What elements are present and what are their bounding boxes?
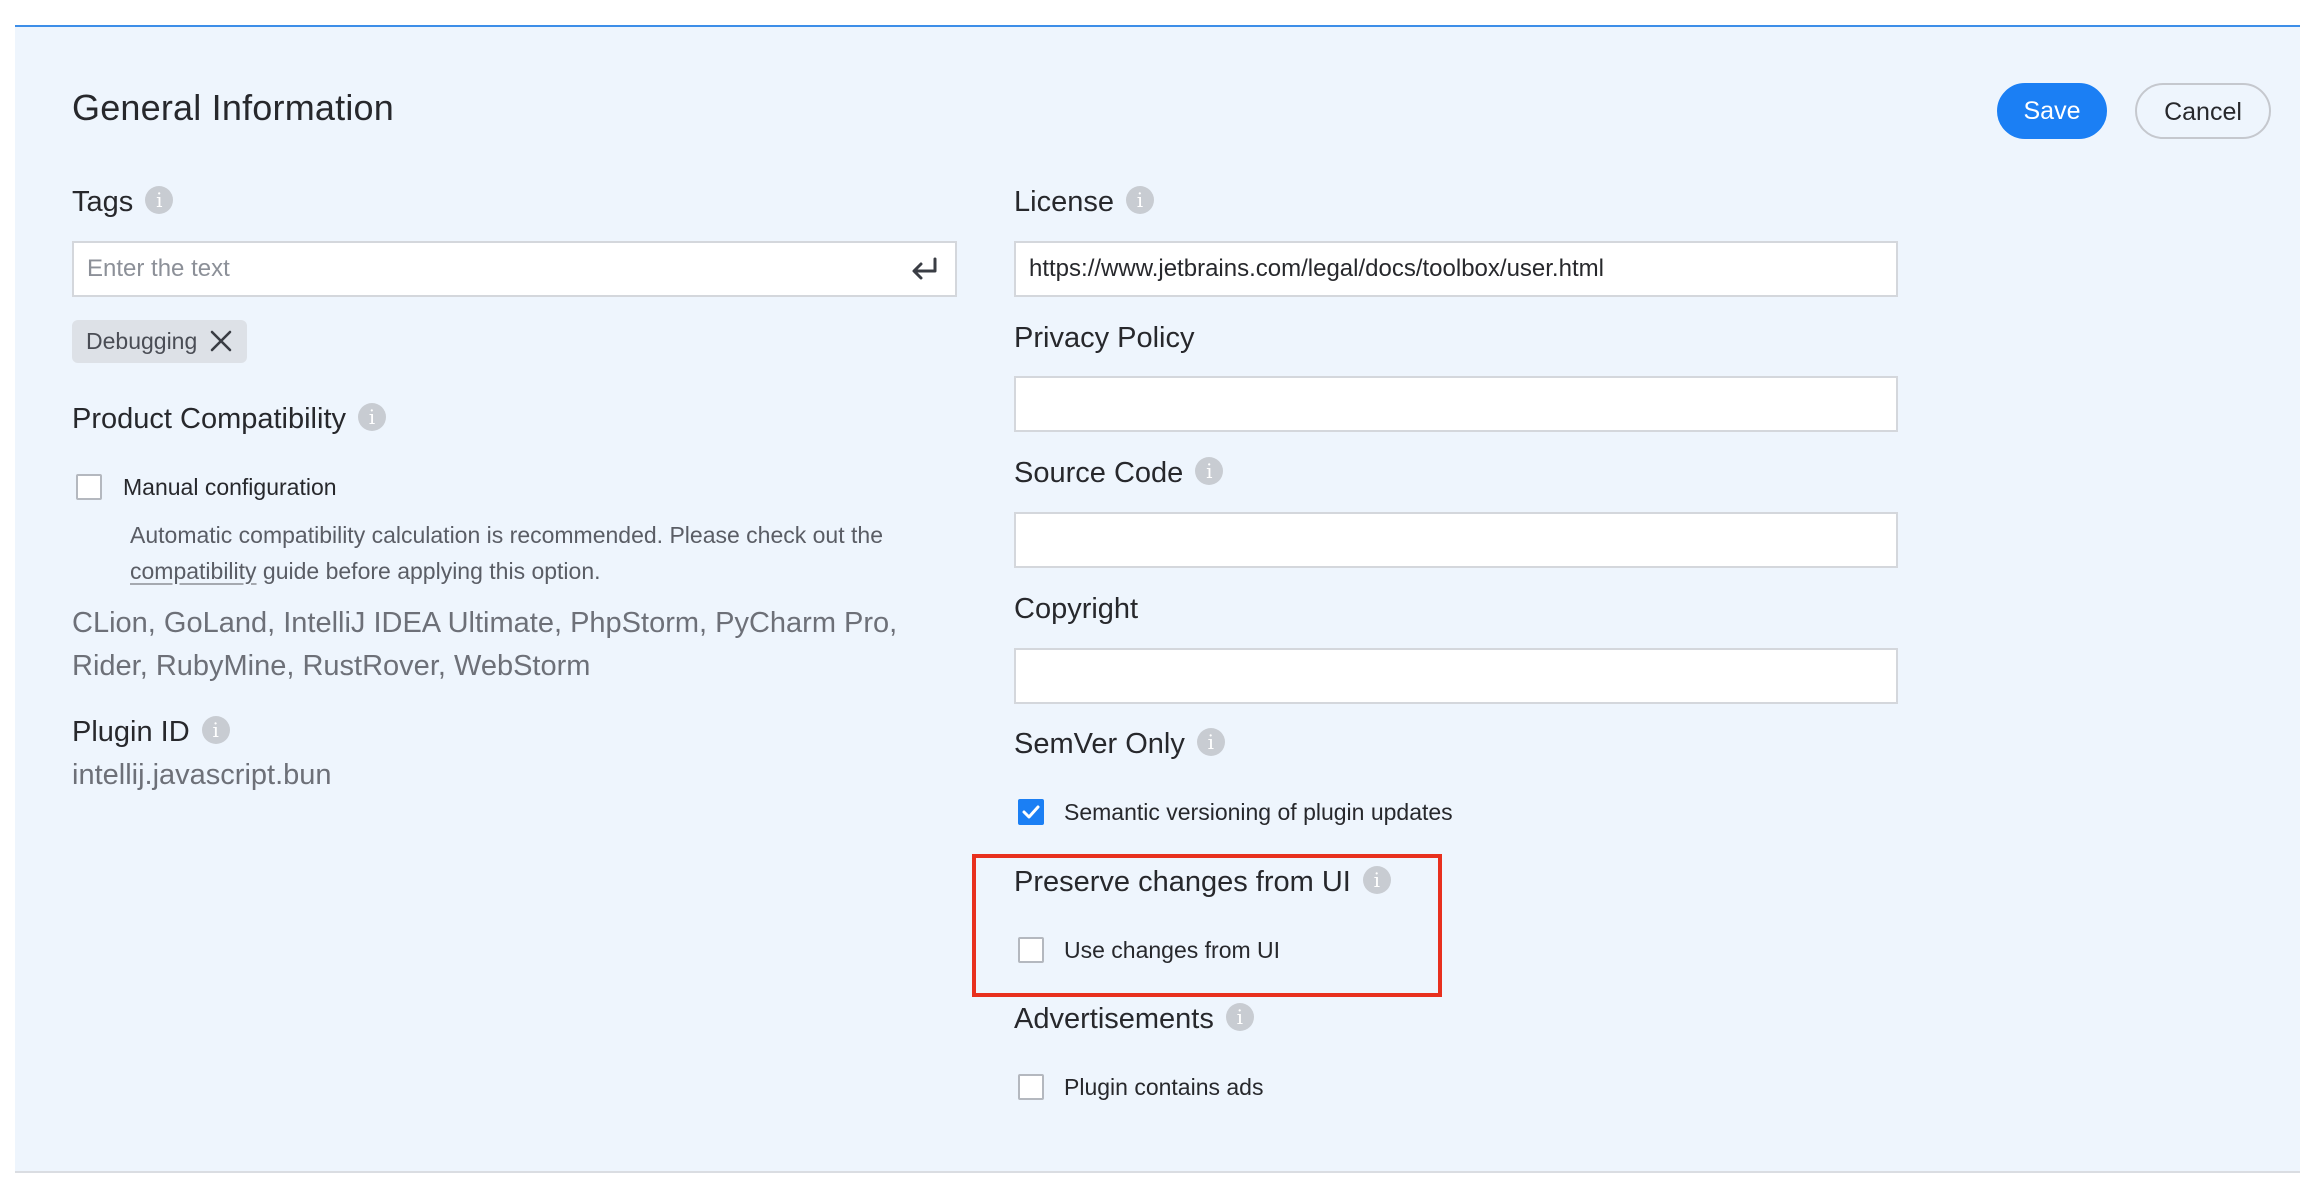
save-button[interactable]: Save: [1997, 83, 2107, 139]
plugin-contains-ads-label: Plugin contains ads: [1064, 1074, 1264, 1100]
privacy-policy-label-text: Privacy Policy: [1014, 322, 1195, 354]
plugin-id-label: Plugin ID i: [72, 712, 230, 752]
semver-checkbox[interactable]: [1018, 799, 1044, 825]
copyright-label: Copyright: [1014, 589, 1138, 629]
info-icon[interactable]: i: [1125, 186, 1154, 215]
hint-text-before: Automatic compatibility calculation is r…: [130, 522, 883, 548]
license-label: License i: [1014, 182, 1154, 222]
semver-label-text: SemVer Only: [1014, 728, 1185, 760]
compatible-products: CLion, GoLand, IntelliJ IDEA Ultimate, P…: [72, 607, 898, 682]
tags-label: Tags i: [72, 182, 174, 222]
advertisements-label: Advertisements i: [1014, 999, 1254, 1039]
privacy-policy-label: Privacy Policy: [1014, 318, 1195, 358]
info-icon[interactable]: i: [1225, 1003, 1254, 1032]
info-icon[interactable]: i: [1196, 728, 1225, 757]
source-code-label-text: Source Code: [1014, 457, 1184, 489]
copyright-label-text: Copyright: [1014, 593, 1139, 625]
checkmark-icon: [1022, 805, 1040, 819]
general-information-panel: General Information Save Cancel Tagsi De…: [15, 25, 2300, 1173]
copyright-input[interactable]: [1016, 650, 1896, 702]
plugin-id-label-text: Plugin ID: [72, 716, 190, 748]
tag-chip-label: Debugging: [86, 328, 198, 354]
product-compatibility-label: Product Compatibility i: [72, 399, 386, 439]
license-input[interactable]: [1016, 243, 1896, 295]
compatibility-link[interactable]: compatibility: [130, 558, 257, 584]
cancel-button[interactable]: Cancel: [2135, 83, 2271, 139]
advertisements-label-text: Advertisements: [1014, 1003, 1214, 1035]
tag-chip-debugging: Debugging: [72, 320, 248, 363]
hint-text-after: guide before applying this option.: [256, 558, 601, 584]
privacy-policy-input[interactable]: [1016, 378, 1896, 430]
info-icon[interactable]: i: [201, 716, 230, 745]
tags-input-field[interactable]: [72, 241, 957, 297]
info-icon[interactable]: i: [358, 403, 386, 432]
page-title: General Information: [72, 87, 394, 128]
source-code-input[interactable]: [1016, 514, 1896, 566]
semver-label: SemVer Only i: [1014, 724, 1225, 764]
close-icon[interactable]: [209, 329, 233, 353]
plugin-contains-ads-checkbox[interactable]: [1018, 1074, 1044, 1100]
compatibility-hint: Automatic compatibility calculation is r…: [130, 517, 960, 589]
semver-checkbox-label: Semantic versioning of plugin updates: [1064, 799, 1453, 825]
tags-input[interactable]: [74, 243, 955, 295]
manual-configuration-label: Manual configuration: [123, 474, 337, 500]
product-compatibility-label-text: Product Compatibility: [72, 403, 346, 435]
enter-icon[interactable]: [909, 255, 941, 285]
manual-configuration-checkbox[interactable]: [76, 474, 102, 500]
privacy-policy-field[interactable]: [1014, 376, 1898, 432]
source-code-field[interactable]: [1014, 512, 1898, 568]
info-icon[interactable]: i: [1195, 457, 1224, 486]
plugin-id-value: intellij.javascript.bun: [72, 759, 332, 791]
license-label-text: License: [1014, 186, 1114, 218]
license-field[interactable]: [1014, 241, 1898, 297]
tags-label-text: Tags: [72, 186, 134, 218]
source-code-label: Source Code i: [1014, 453, 1224, 493]
highlight-box: [972, 854, 1442, 997]
info-icon[interactable]: i: [145, 186, 174, 215]
copyright-field[interactable]: [1014, 648, 1898, 704]
